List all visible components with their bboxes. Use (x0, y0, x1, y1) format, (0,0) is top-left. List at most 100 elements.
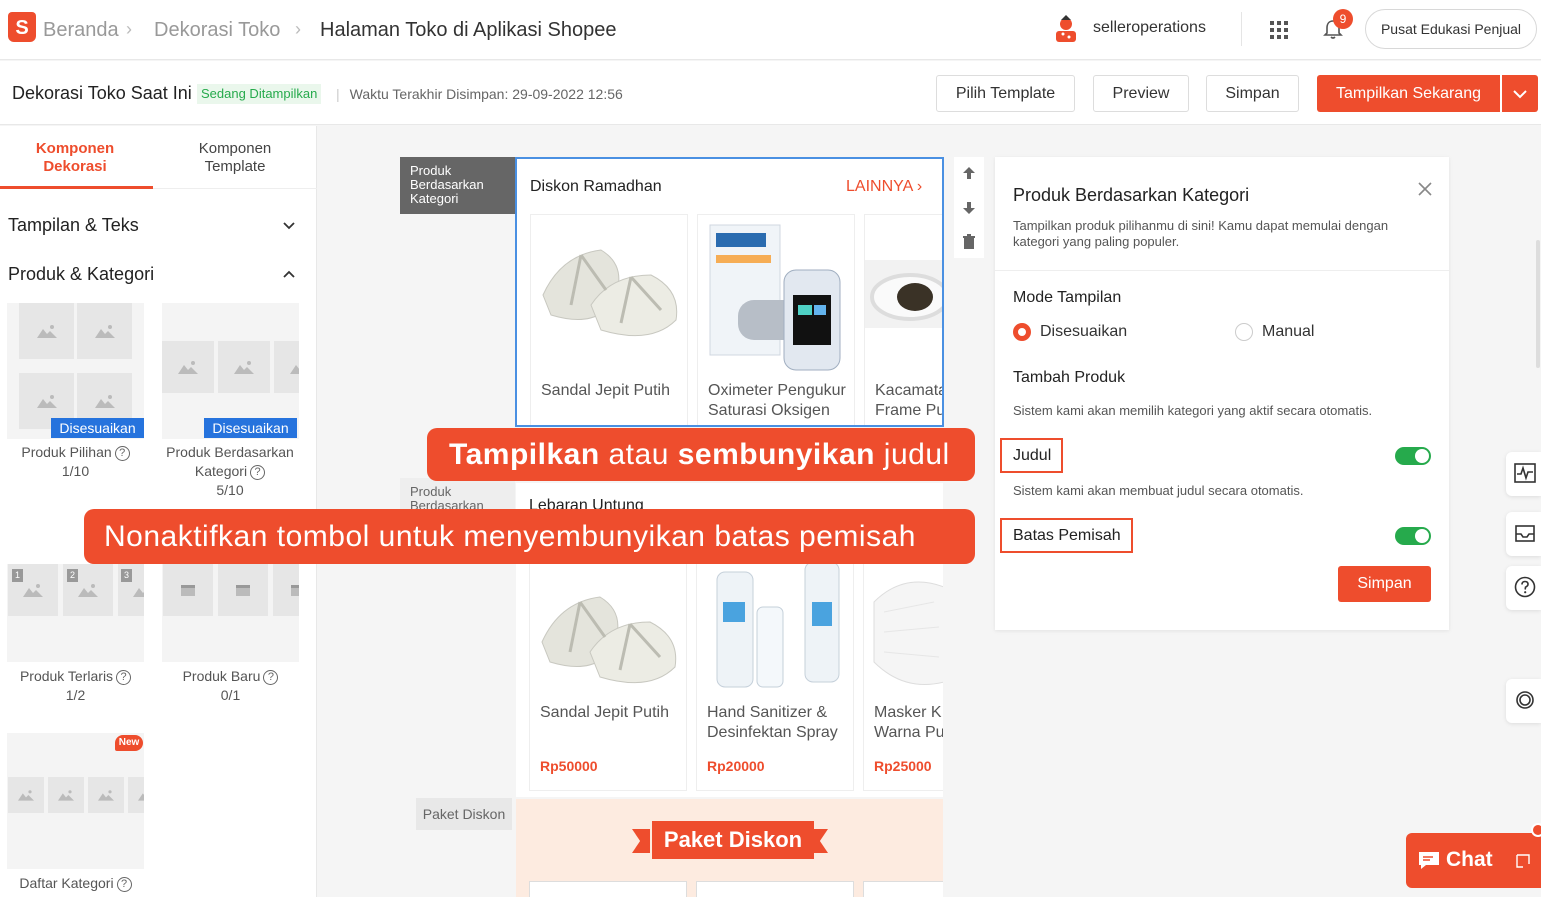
section-display-text[interactable]: Tampilan & Teks (8, 215, 139, 236)
calendar-placeholder-icon (163, 564, 213, 616)
avatar[interactable] (1052, 14, 1080, 44)
breadcrumb-home[interactable]: Beranda (43, 19, 119, 42)
chat-button[interactable]: Chat (1406, 833, 1541, 888)
publish-options-dropdown[interactable] (1502, 75, 1538, 112)
status-badge: Sedang Ditampilkan (197, 84, 322, 104)
last-saved-value: Waktu Terakhir Disimpan: 29-09-2022 12:5… (349, 86, 623, 102)
product-card[interactable]: Sandal Jepit Putih (530, 214, 688, 425)
section-label-paket[interactable]: Paket Diskon (416, 798, 512, 830)
component-best-sellers[interactable]: 1 2 3 (7, 564, 144, 662)
breadcrumb-shop-decoration[interactable]: Dekorasi Toko (154, 19, 280, 42)
shopee-logo-icon[interactable]: S (8, 12, 36, 42)
tab-decoration-components[interactable]: Komponen Dekorasi (0, 140, 150, 176)
section-title: Diskon Ramadhan (530, 178, 662, 195)
choose-template-button[interactable]: Pilih Template (936, 75, 1075, 112)
tab-template-components[interactable]: Komponen Template (160, 140, 310, 176)
close-icon[interactable] (1418, 182, 1432, 196)
scrollbar[interactable] (1536, 240, 1540, 368)
component-count: 5/10 (216, 482, 244, 498)
component-products-by-category[interactable]: Disesuaikan (162, 303, 299, 439)
product-name: Sandal Jepit Putih (541, 382, 670, 399)
component-label: Produk Baru? 0/1 (162, 667, 299, 705)
title-hint: Sistem kami akan membuat judul secara ot… (1013, 483, 1304, 498)
radio-manual[interactable] (1235, 323, 1253, 341)
product-card[interactable]: Masker KI Warna Pu Rp25000 (863, 561, 943, 791)
expand-icon[interactable] (1515, 853, 1531, 869)
product-name-line2: Desinfektan Spray (707, 724, 838, 741)
component-name: Produk Berdasarkan (166, 444, 294, 460)
white-flip-flop-image (530, 562, 686, 722)
product-price: Rp20000 (707, 758, 765, 774)
customized-tag: Disesuaikan (204, 418, 297, 438)
component-name: Daftar Kategori (19, 875, 114, 891)
chevron-up-icon[interactable] (281, 266, 297, 282)
product-card[interactable]: Sandal Jepit Putih Rp50000 (529, 561, 687, 791)
callout-toggle-title: Tampilkan atau sembunyikan judul (427, 428, 975, 481)
help-icon[interactable]: ? (114, 446, 130, 461)
breadcrumb-current: Halaman Toko di Aplikasi Shopee (320, 19, 617, 41)
question-icon (1514, 576, 1536, 598)
help-icon[interactable]: ? (250, 465, 266, 480)
radio-customized[interactable] (1013, 323, 1031, 341)
rank-badge: 3 (121, 569, 132, 582)
calendar-placeholder-icon (218, 564, 268, 616)
product-card[interactable]: Kacamata Frame Pu (864, 214, 942, 425)
product-card[interactable]: Hand Sanitizer & Desinfektan Spray Rp200… (696, 561, 854, 791)
new-badge: New (115, 735, 143, 751)
save-button[interactable]: Simpan (1206, 75, 1299, 112)
publish-now-button[interactable]: Tampilkan Sekarang (1317, 75, 1500, 112)
product-card[interactable]: Oximeter Pengukur Saturasi Oksigen (697, 214, 855, 425)
image-placeholder-icon (162, 341, 214, 393)
apps-grid-icon[interactable] (1269, 20, 1289, 40)
breadcrumb-separator-icon: › (126, 19, 132, 39)
trash-icon[interactable] (961, 234, 977, 250)
move-down-icon[interactable] (961, 200, 977, 216)
support-dock-button[interactable] (1506, 679, 1541, 723)
bundle-discount-section[interactable]: Paket Diskon (516, 799, 943, 897)
current-section-label[interactable]: Produk Berdasarkan Kategori (400, 157, 515, 214)
move-up-icon[interactable] (961, 165, 977, 181)
seller-education-button[interactable]: Pusat Edukasi Penjual (1365, 9, 1537, 49)
divider (995, 270, 1449, 271)
separator: | (336, 86, 340, 102)
help-dock-button[interactable] (1506, 566, 1541, 610)
component-featured-products[interactable]: Disesuaikan (7, 303, 144, 439)
settings-title: Produk Berdasarkan Kategori (1013, 185, 1250, 205)
divider-toggle[interactable] (1395, 527, 1431, 545)
image-placeholder-icon (19, 303, 74, 359)
help-icon[interactable]: ? (263, 670, 279, 685)
bundle-card[interactable] (863, 881, 943, 897)
section-label[interactable]: Produk Berdasarkan (400, 478, 515, 510)
section-products-categories[interactable]: Produk & Kategori (8, 264, 154, 285)
chevron-down-icon[interactable] (281, 218, 297, 234)
bundle-card[interactable] (696, 881, 854, 897)
chat-label: Chat (1446, 848, 1493, 871)
settings-save-button[interactable]: Simpan (1338, 566, 1431, 602)
image-placeholder-icon (8, 777, 44, 813)
calendar-placeholder-icon (273, 564, 299, 616)
component-settings-panel: Produk Berdasarkan Kategori Tampilkan pr… (995, 157, 1449, 630)
component-new-products[interactable] (162, 564, 299, 662)
image-placeholder-icon (128, 777, 144, 813)
component-category-list[interactable] (7, 733, 144, 869)
analytics-dock-button[interactable] (1506, 452, 1541, 496)
product-name: Oximeter Pengukur (708, 382, 846, 399)
username[interactable]: selleroperations (1093, 19, 1206, 37)
radio-customized-label[interactable]: Disesuaikan (1040, 323, 1127, 341)
help-icon[interactable]: ? (116, 670, 132, 685)
bundle-card[interactable] (529, 881, 687, 897)
page-title: Dekorasi Toko Saat Ini (12, 83, 192, 103)
chevron-right-icon: › (916, 178, 923, 195)
product-price: Rp50000 (540, 758, 598, 774)
see-more-link[interactable]: LAINNYA › (846, 178, 922, 196)
products-by-category-section-selected[interactable]: Diskon Ramadhan LAINNYA › Sandal Jepit P… (515, 157, 944, 427)
component-count: 0/1 (220, 687, 241, 703)
messages-dock-button[interactable] (1506, 512, 1541, 556)
title-toggle-label: Judul (1000, 438, 1064, 473)
radio-manual-label[interactable]: Manual (1262, 323, 1314, 341)
preview-button[interactable]: Preview (1093, 75, 1189, 112)
help-icon[interactable]: ? (116, 877, 132, 892)
image-placeholder-icon (88, 777, 124, 813)
component-name: Produk Baru (182, 668, 261, 684)
title-toggle[interactable] (1395, 447, 1431, 465)
